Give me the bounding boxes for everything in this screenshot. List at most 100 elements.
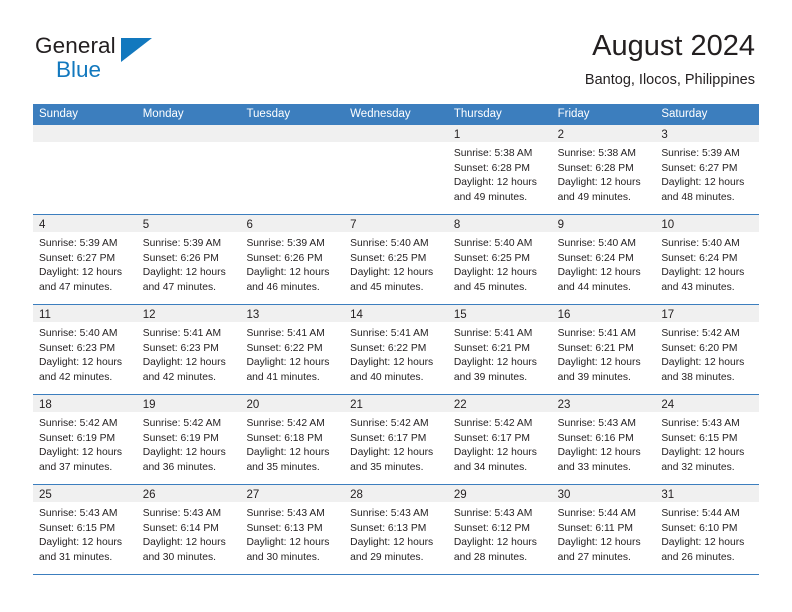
day-detail-line: and 34 minutes.: [453, 461, 528, 473]
day-number: 17: [661, 309, 675, 321]
calendar-day-cell[interactable]: 26 Sunrise: 5:43 AM Sunset: 6:14 PM Dayligh…: [136, 485, 241, 574]
calendar-day-cell[interactable]: 13 Sunrise: 5:41 AM Sunset: 6:22 PM Dayligh…: [240, 305, 345, 394]
calendar-day-cell[interactable]: 28 Sunrise: 5:43 AM Sunset: 6:13 PM Dayligh…: [344, 485, 448, 574]
day-detail-line: Daylight: 12 hours: [350, 447, 434, 459]
calendar-day-cell[interactable]: 29 Sunrise: 5:43 AM Sunset: 6:12 PM Dayligh…: [447, 485, 552, 574]
weekday-header-tuesday: Tuesday: [246, 108, 291, 120]
calendar-day-cell[interactable]: 4 Sunrise: 5:39 AM Sunset: 6:27 PM Daylight…: [33, 215, 137, 304]
day-detail-line: Sunset: 6:26 PM: [246, 252, 323, 264]
day-detail-line: and 28 minutes.: [453, 551, 528, 563]
calendar-day-cell[interactable]: 5 Sunrise: 5:39 AM Sunset: 6:26 PM Daylight…: [136, 215, 241, 304]
day-detail-line: and 32 minutes.: [661, 461, 735, 473]
calendar-week-row: 11 Sunrise: 5:40 AM Sunset: 6:23 PM Dayligh…: [33, 305, 760, 395]
day-number: 20: [246, 399, 260, 411]
day-number: 8: [453, 219, 461, 231]
calendar-day-cell[interactable]: 24 Sunrise: 5:43 AM Sunset: 6:15 PM Dayligh…: [655, 395, 760, 484]
day-number: 22: [453, 399, 467, 411]
calendar-day-cell[interactable]: 20 Sunrise: 5:42 AM Sunset: 6:18 PM Dayligh…: [240, 395, 345, 484]
day-detail-line: Sunset: 6:26 PM: [142, 252, 219, 264]
day-detail-line: Sunrise: 5:39 AM: [661, 148, 740, 159]
calendar-day-cell[interactable]: 23 Sunrise: 5:43 AM Sunset: 6:16 PM Dayligh…: [551, 395, 656, 484]
day-detail-line: Daylight: 12 hours: [453, 177, 537, 189]
day-number-band: 29: [447, 485, 552, 502]
day-number: 6: [246, 219, 253, 231]
day-detail-line: Sunrise: 5:40 AM: [39, 328, 118, 339]
calendar-day-cell[interactable]: 3 Sunrise: 5:39 AM Sunset: 6:27 PM Daylight…: [655, 125, 760, 214]
day-detail-line: Sunrise: 5:43 AM: [350, 508, 429, 519]
day-number-band: 6: [240, 215, 345, 232]
calendar-cell-empty: [33, 125, 137, 214]
day-detail-line: Sunrise: 5:42 AM: [453, 418, 533, 429]
day-detail-line: Sunrise: 5:39 AM: [142, 238, 222, 249]
calendar-day-cell[interactable]: 12 Sunrise: 5:41 AM Sunset: 6:23 PM Dayligh…: [136, 305, 241, 394]
calendar-day-cell[interactable]: 19 Sunrise: 5:42 AM Sunset: 6:19 PM Dayligh…: [136, 395, 241, 484]
calendar-day-cell[interactable]: 31 Sunrise: 5:44 AM Sunset: 6:10 PM Dayligh…: [655, 485, 760, 574]
calendar-day-cell[interactable]: 10 Sunrise: 5:40 AM Sunset: 6:24 PM Dayligh…: [655, 215, 760, 304]
day-details: [137, 142, 241, 147]
day-number: 26: [142, 489, 156, 501]
day-detail-line: Sunrise: 5:44 AM: [557, 508, 637, 519]
calendar-day-cell[interactable]: 8 Sunrise: 5:40 AM Sunset: 6:25 PM Daylight…: [447, 215, 552, 304]
day-detail-line: Sunrise: 5:43 AM: [246, 508, 325, 519]
day-number: 11: [39, 309, 51, 321]
day-number: 9: [557, 219, 564, 231]
day-detail-line: Daylight: 12 hours: [557, 447, 641, 459]
calendar-day-cell[interactable]: 16 Sunrise: 5:41 AM Sunset: 6:21 PM Dayligh…: [551, 305, 656, 394]
day-detail-line: and 37 minutes.: [39, 461, 113, 473]
calendar-day-cell[interactable]: 21 Sunrise: 5:42 AM Sunset: 6:17 PM Dayligh…: [344, 395, 448, 484]
calendar-cell-empty: [136, 125, 241, 214]
day-number: 13: [246, 309, 260, 321]
calendar-grid: Sunday Monday Tuesday Wednesday Thursday Frid…: [33, 104, 760, 575]
triangle-flag-icon: [121, 38, 152, 62]
day-number-band: [240, 125, 345, 142]
day-number-band: 1: [447, 125, 552, 142]
day-detail-line: Sunset: 6:10 PM: [661, 522, 738, 534]
day-detail-line: Sunset: 6:15 PM: [661, 432, 738, 444]
day-detail-line: Sunset: 6:21 PM: [453, 342, 531, 354]
day-detail-line: Sunset: 6:17 PM: [453, 432, 531, 444]
day-detail-line: Sunrise: 5:41 AM: [453, 328, 533, 339]
page-subtitle: Bantog, Ilocos, Philippines: [584, 72, 755, 88]
calendar-day-cell[interactable]: 18 Sunrise: 5:42 AM Sunset: 6:19 PM Dayligh…: [33, 395, 137, 484]
day-detail-line: Sunset: 6:27 PM: [39, 252, 116, 264]
day-number-band: 30: [551, 485, 656, 502]
calendar-day-cell[interactable]: 11 Sunrise: 5:40 AM Sunset: 6:23 PM Dayligh…: [33, 305, 137, 394]
calendar-week-row: 25 Sunrise: 5:43 AM Sunset: 6:15 PM Dayligh…: [33, 485, 760, 575]
day-detail-line: Daylight: 12 hours: [142, 537, 226, 549]
calendar-day-cell[interactable]: 7 Sunrise: 5:40 AM Sunset: 6:25 PM Daylight…: [344, 215, 448, 304]
day-detail-line: and 40 minutes.: [350, 371, 424, 383]
day-detail-line: and 41 minutes.: [246, 371, 320, 383]
calendar-day-cell[interactable]: 17 Sunrise: 5:42 AM Sunset: 6:20 PM Dayligh…: [655, 305, 760, 394]
page-title: August 2024: [592, 30, 755, 62]
day-detail-line: and 49 minutes.: [557, 191, 631, 203]
calendar-day-cell[interactable]: 15 Sunrise: 5:41 AM Sunset: 6:21 PM Dayligh…: [447, 305, 552, 394]
calendar-day-cell[interactable]: 30 Sunrise: 5:44 AM Sunset: 6:11 PM Dayligh…: [551, 485, 656, 574]
calendar-day-cell[interactable]: 2 Sunrise: 5:38 AM Sunset: 6:28 PM Daylight…: [551, 125, 656, 214]
calendar-day-cell[interactable]: 22 Sunrise: 5:42 AM Sunset: 6:17 PM Dayligh…: [447, 395, 552, 484]
day-detail-line: and 46 minutes.: [246, 281, 320, 293]
calendar-day-cell[interactable]: 25 Sunrise: 5:43 AM Sunset: 6:15 PM Dayligh…: [33, 485, 137, 574]
day-detail-line: and 47 minutes.: [39, 281, 113, 293]
day-number-band: 10: [655, 215, 760, 232]
calendar-day-cell[interactable]: 27 Sunrise: 5:43 AM Sunset: 6:13 PM Dayligh…: [240, 485, 345, 574]
day-number-band: 24: [655, 395, 760, 412]
calendar-day-cell[interactable]: 1 Sunrise: 5:38 AM Sunset: 6:28 PM Daylight…: [447, 125, 552, 214]
calendar-day-cell[interactable]: 9 Sunrise: 5:40 AM Sunset: 6:24 PM Daylight…: [551, 215, 656, 304]
title-block: August 2024 Bantog, Ilocos, Philippines: [585, 28, 755, 89]
day-detail-line: Sunrise: 5:43 AM: [661, 418, 740, 429]
day-number-band: 18: [33, 395, 137, 412]
day-detail-line: Sunset: 6:24 PM: [557, 252, 634, 264]
day-detail-line: Sunrise: 5:39 AM: [39, 238, 118, 249]
day-detail-line: Sunrise: 5:41 AM: [246, 328, 325, 339]
calendar-day-cell[interactable]: 14 Sunrise: 5:41 AM Sunset: 6:22 PM Dayligh…: [344, 305, 448, 394]
day-detail-line: Sunset: 6:13 PM: [246, 522, 323, 534]
day-detail-line: Sunrise: 5:41 AM: [557, 328, 637, 339]
day-number-band: 15: [447, 305, 552, 322]
day-number-band: 25: [33, 485, 137, 502]
brand-logo[interactable]: General Blue: [35, 33, 235, 89]
day-detail-line: Daylight: 12 hours: [453, 357, 537, 369]
day-detail-line: Sunrise: 5:43 AM: [557, 418, 637, 429]
day-detail-line: Daylight: 12 hours: [246, 537, 330, 549]
calendar-day-cell[interactable]: 6 Sunrise: 5:39 AM Sunset: 6:26 PM Daylight…: [240, 215, 345, 304]
day-details: Sunrise: 5:41 AM Sunset: 6:22 PM Daylight:…: [240, 322, 344, 385]
